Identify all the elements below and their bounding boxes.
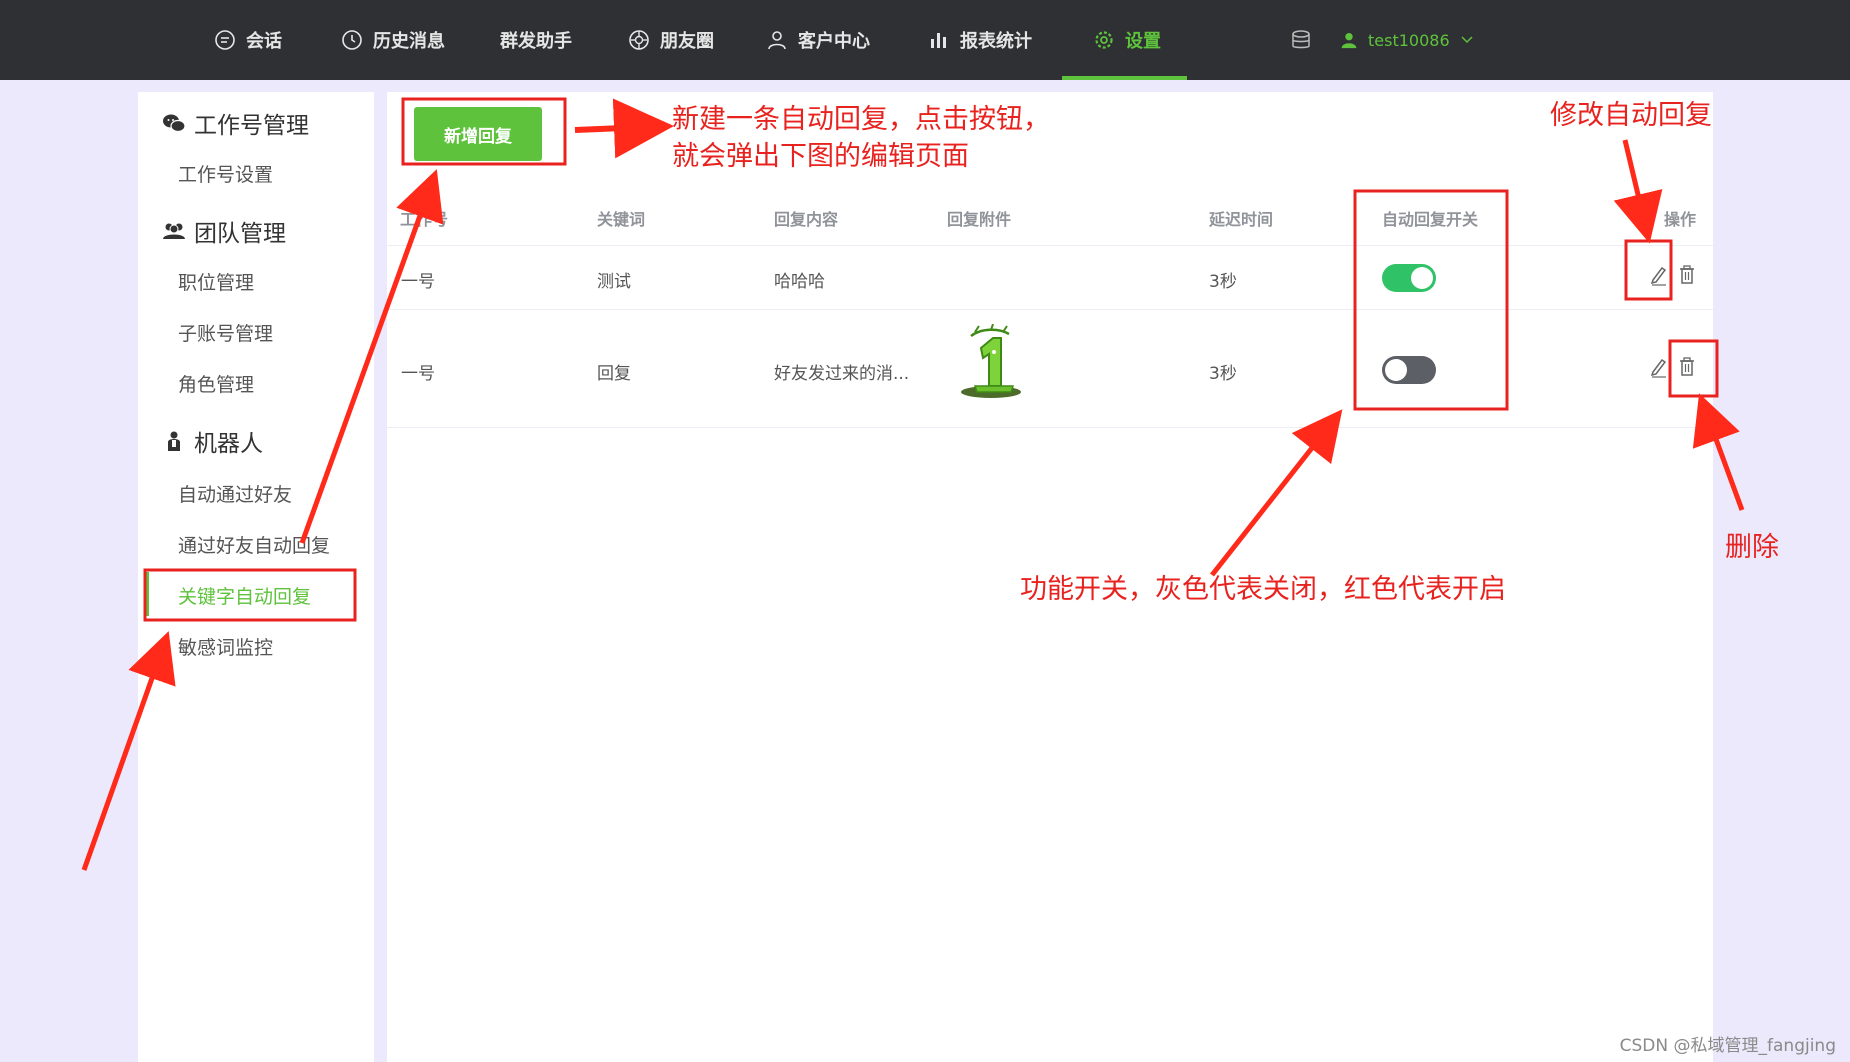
robot-icon [162, 429, 186, 453]
annotation-edit-reply: 修改自动回复 [1550, 100, 1712, 131]
table-divider [387, 309, 1713, 310]
sidebar-item-auto-accept-friends[interactable]: 自动通过好友 [178, 480, 292, 507]
sidebar-group-title: 团队管理 [194, 221, 286, 247]
add-reply-button[interactable]: 新增回复 [414, 107, 542, 161]
annotation-delete: 删除 [1725, 532, 1779, 563]
nav-item-label: 会话 [246, 31, 282, 52]
table-divider [387, 245, 1713, 246]
annotation-switch-note: 功能开关，灰色代表关闭，红色代表开启 [1020, 574, 1506, 605]
auto-reply-toggle[interactable] [1382, 264, 1436, 292]
aperture-icon [628, 29, 650, 51]
top-nav: 会话 历史消息 群发助手 朋友圈 客户中心 报表统计 设置 test10086 [0, 0, 1850, 80]
gear-icon [1093, 29, 1115, 51]
sidebar-item-sub-accounts[interactable]: 子账号管理 [178, 319, 273, 346]
cell-account: 一号 [401, 364, 435, 384]
column-header-attachment: 回复附件 [947, 210, 1012, 229]
column-header-keyword: 关键词 [597, 210, 646, 229]
sidebar-item-work-account-settings[interactable]: 工作号设置 [178, 160, 273, 187]
column-header-account: 工作号 [400, 210, 449, 229]
chat-icon [214, 29, 236, 51]
nav-item-label: 朋友圈 [660, 31, 714, 52]
database-icon [1290, 29, 1312, 51]
nav-item-chat[interactable]: 会话 [214, 0, 282, 80]
user-icon [766, 29, 788, 51]
column-header-actions: 操作 [1664, 210, 1697, 229]
delete-icon[interactable] [1677, 264, 1697, 286]
table-divider [387, 427, 1713, 428]
sidebar-active-indicator [144, 572, 149, 616]
toggle-knob [1411, 267, 1433, 289]
sidebar-item-accept-auto-reply[interactable]: 通过好友自动回复 [178, 531, 330, 558]
sidebar-group-team: 团队管理 [162, 214, 286, 248]
wechat-icon [162, 111, 186, 135]
chevron-down-icon [1460, 33, 1474, 47]
nav-item-reports[interactable]: 报表统计 [928, 0, 1032, 80]
cell-keyword: 回复 [597, 364, 631, 384]
bar-chart-icon [928, 29, 950, 51]
sidebar-group-robot: 机器人 [162, 424, 263, 458]
nav-item-moments[interactable]: 朋友圈 [628, 0, 714, 80]
annotation-new-reply-line1: 新建一条自动回复，点击按钮， [672, 104, 1050, 135]
nav-item-history[interactable]: 历史消息 [341, 0, 445, 80]
username: test10086 [1368, 30, 1450, 50]
sidebar-item-roles[interactable]: 角色管理 [178, 370, 254, 397]
cell-delay: 3秒 [1209, 364, 1237, 384]
sidebar: 工作号管理 工作号设置 团队管理 职位管理 子账号管理 角色管理 机器人 自动通… [138, 92, 374, 1062]
user-menu[interactable]: test10086 [1340, 0, 1474, 80]
sidebar-group-title: 工作号管理 [194, 113, 309, 139]
nav-item-label: 客户中心 [798, 31, 870, 52]
sidebar-item-keyword-auto-reply[interactable]: 关键字自动回复 [178, 582, 311, 609]
nav-item-settings[interactable]: 设置 [1062, 0, 1187, 80]
sidebar-group-title: 机器人 [194, 431, 263, 457]
nav-item-label: 历史消息 [373, 31, 445, 52]
nav-item-label: 群发助手 [500, 31, 572, 52]
annotation-new-reply-line2: 就会弹出下图的编辑页面 [672, 141, 969, 172]
database-button[interactable] [1290, 0, 1312, 80]
nav-item-broadcast[interactable]: 群发助手 [500, 0, 572, 80]
column-header-content: 回复内容 [774, 210, 839, 229]
cell-content: 哈哈哈 [774, 272, 825, 292]
edit-icon[interactable] [1648, 356, 1668, 378]
team-icon [162, 219, 186, 243]
cell-keyword: 测试 [597, 272, 631, 292]
user-avatar-icon [1340, 31, 1358, 49]
nav-item-label: 报表统计 [960, 31, 1032, 52]
cell-delay: 3秒 [1209, 272, 1237, 292]
edit-icon[interactable] [1648, 264, 1668, 286]
cell-content: 好友发过来的消... [774, 364, 910, 384]
green-number-one-image[interactable] [953, 324, 1025, 400]
auto-reply-toggle[interactable] [1382, 356, 1436, 384]
nav-item-label: 设置 [1125, 31, 1161, 52]
cell-account: 一号 [401, 272, 435, 292]
clock-icon [341, 29, 363, 51]
sidebar-group-work-account: 工作号管理 [162, 106, 309, 140]
nav-item-customers[interactable]: 客户中心 [766, 0, 870, 80]
sidebar-item-positions[interactable]: 职位管理 [178, 268, 254, 295]
toggle-knob [1385, 359, 1407, 381]
column-header-delay: 延迟时间 [1209, 210, 1274, 229]
column-header-switch: 自动回复开关 [1382, 210, 1479, 229]
watermark: CSDN @私域管理_fangjing [1619, 1036, 1836, 1056]
delete-icon[interactable] [1677, 356, 1697, 378]
sidebar-item-sensitive-words[interactable]: 敏感词监控 [178, 633, 273, 660]
